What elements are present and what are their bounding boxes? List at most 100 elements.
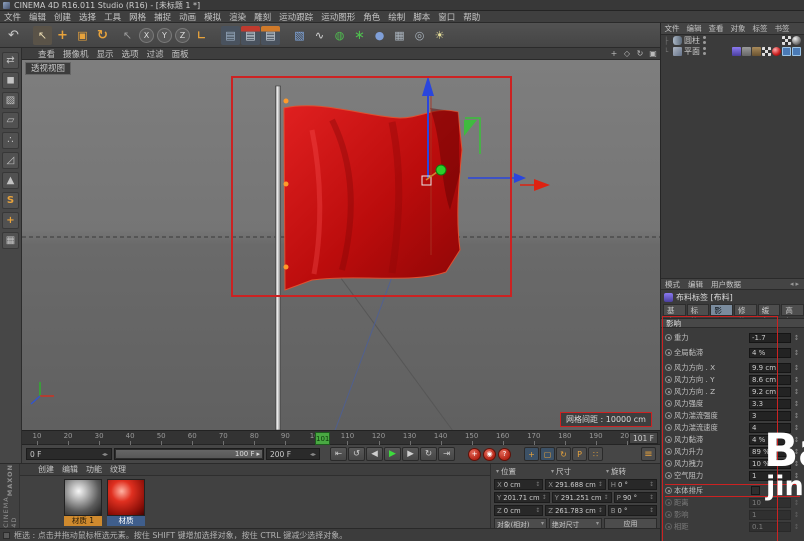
parameter-value-field[interactable]: 1 [749, 510, 791, 520]
cache-tag[interactable] [752, 47, 761, 56]
scene-3d[interactable] [22, 60, 660, 430]
object-manager-menu-item[interactable]: 编辑 [683, 23, 705, 34]
add-deformer-button[interactable]: ∗ [350, 26, 369, 45]
add-environment-button[interactable]: ● [370, 26, 389, 45]
animation-circle-icon[interactable] [665, 388, 672, 395]
current-frame-field[interactable]: 101 F [629, 432, 658, 444]
model-mode-button[interactable]: ◼ [2, 72, 19, 89]
parameter-stepper[interactable] [793, 412, 800, 420]
object-manager-menu-item[interactable]: 查看 [705, 23, 727, 34]
menu-item[interactable]: 运动跟踪 [275, 11, 317, 23]
attribute-tab[interactable]: 修整 [734, 304, 757, 316]
scale-button[interactable]: ▣ [73, 26, 92, 45]
parameter-row[interactable]: 风力湍流强度 3 [665, 410, 800, 421]
position-field[interactable]: Y201.71 cm↕ [494, 492, 550, 503]
axis-mode-button[interactable]: + [2, 212, 19, 229]
viewport-menu-item[interactable]: 显示 [93, 48, 118, 60]
material-tag-gray[interactable] [792, 36, 801, 45]
attribute-menu-item[interactable]: 用户数据 [707, 279, 745, 290]
render-queue-button[interactable]: ▤ [261, 26, 280, 45]
viewport-menu-item[interactable]: 过滤 [143, 48, 168, 60]
viewport-menu-item[interactable]: 查看 [34, 48, 59, 60]
animation-circle-icon[interactable] [665, 364, 672, 371]
menu-item[interactable]: 渲染 [225, 11, 250, 23]
record-pla-toggle[interactable]: ∷ [588, 447, 603, 461]
selected-tag[interactable] [792, 47, 801, 56]
toolbar-separator[interactable] [281, 26, 289, 45]
parameter-row[interactable]: 影响 1 [665, 509, 800, 520]
animation-circle-icon[interactable] [665, 472, 672, 479]
preview-range-slider[interactable]: 100 F▸ [114, 448, 264, 460]
range-end-field[interactable]: 200 F◂▸ [266, 448, 320, 460]
animation-circle-icon[interactable] [665, 448, 672, 455]
texture-mode-button[interactable]: ▨ [2, 92, 19, 109]
texture-checker-tag[interactable] [782, 36, 791, 45]
parameter-value-field[interactable]: 9.2 cm [749, 387, 791, 397]
range-start-field[interactable]: 0 F◂▸ [26, 448, 112, 460]
parameter-row[interactable]: 相距 0.1 [665, 521, 800, 532]
undo-button[interactable]: ↶ [4, 26, 23, 45]
material-menu-item[interactable]: 纹理 [106, 464, 130, 475]
pan-view-icon[interactable]: + [609, 48, 619, 59]
polygons-mode-button[interactable]: ▲ [2, 172, 19, 189]
toolbar-separator[interactable] [212, 26, 220, 45]
selected-tag[interactable] [782, 47, 791, 56]
parameter-row[interactable]: 风力方向 . X 9.9 cm [665, 362, 800, 373]
attribute-menu-item[interactable]: 编辑 [684, 279, 707, 290]
add-light-button[interactable]: ☀ [430, 26, 449, 45]
goto-end-button[interactable]: ⇥ [438, 447, 455, 461]
animation-circle-icon[interactable] [665, 436, 672, 443]
toggle-panels-icon[interactable]: ▣ [648, 48, 658, 59]
make-editable-button[interactable]: ⇄ [2, 52, 19, 69]
parameter-stepper[interactable] [793, 364, 800, 372]
position-field[interactable]: Z0 cm↕ [494, 505, 543, 516]
solo-toggle[interactable]: ≡ [641, 447, 656, 461]
render-view-button[interactable]: ▤ [221, 26, 240, 45]
workplane-mode-button[interactable]: ▱ [2, 112, 19, 129]
animation-circle-icon[interactable] [665, 511, 672, 518]
material-menu-item[interactable]: 创建 [34, 464, 58, 475]
attribute-tab[interactable]: 高级 [781, 304, 804, 316]
menu-item[interactable]: 捕捉 [150, 11, 175, 23]
parameter-row[interactable]: 风力方向 . Z 9.2 cm [665, 386, 800, 397]
material-item[interactable]: 材质 [107, 479, 145, 526]
viewport-menu-item[interactable]: 选项 [118, 48, 143, 60]
menu-item[interactable]: 帮助 [459, 11, 484, 23]
parameter-stepper[interactable] [793, 349, 800, 357]
parameter-stepper[interactable] [793, 511, 800, 519]
size-field[interactable]: Z261.783 cm↕ [545, 505, 605, 516]
toolbar-separator[interactable] [113, 26, 117, 45]
zoom-view-icon[interactable]: ◇ [622, 48, 632, 59]
parameter-value-field[interactable]: 4 % [749, 348, 791, 358]
cloth-tag[interactable] [732, 47, 741, 56]
size-field[interactable]: Y291.251 cm↕ [552, 492, 612, 503]
move-button[interactable]: + [53, 26, 72, 45]
autokey-button[interactable]: ◉ [483, 448, 496, 461]
toolbar-separator[interactable] [24, 26, 32, 45]
goto-start-button[interactable]: ⇤ [330, 447, 347, 461]
position-field[interactable]: X0 cm↕ [494, 479, 543, 490]
record-parameter-toggle[interactable]: P [572, 447, 587, 461]
animation-circle-icon[interactable] [665, 376, 672, 383]
parameter-stepper[interactable] [793, 376, 800, 384]
play-button[interactable]: ▶ [384, 447, 401, 461]
material-thumbnail[interactable] [64, 479, 102, 516]
record-rotation-toggle[interactable]: ↻ [556, 447, 571, 461]
animation-circle-icon[interactable] [665, 523, 672, 530]
add-floor-button[interactable]: ▦ [390, 26, 409, 45]
view-label[interactable]: 透视视图 [25, 62, 71, 75]
attribute-menu-item[interactable]: 模式 [661, 279, 684, 290]
rotation-field[interactable]: H0 °↕ [608, 479, 657, 490]
object-name[interactable]: 圆柱 [684, 35, 700, 46]
coordinate-system-button[interactable]: ∟ [192, 26, 211, 45]
parameter-value-field[interactable]: 3 [749, 411, 791, 421]
menu-item[interactable]: 绘制 [384, 11, 409, 23]
menu-item[interactable]: 运动图形 [317, 11, 359, 23]
menu-item[interactable]: 动画 [175, 11, 200, 23]
points-mode-button[interactable]: ∴ [2, 132, 19, 149]
render-settings-button[interactable]: ▤ [241, 26, 260, 45]
edges-mode-button[interactable]: ◿ [2, 152, 19, 169]
parameter-row[interactable]: 风力强度 3.3 [665, 398, 800, 409]
parameter-value-field[interactable]: 8.6 cm [749, 375, 791, 385]
parameter-value-field[interactable]: 0.1 [749, 522, 791, 532]
